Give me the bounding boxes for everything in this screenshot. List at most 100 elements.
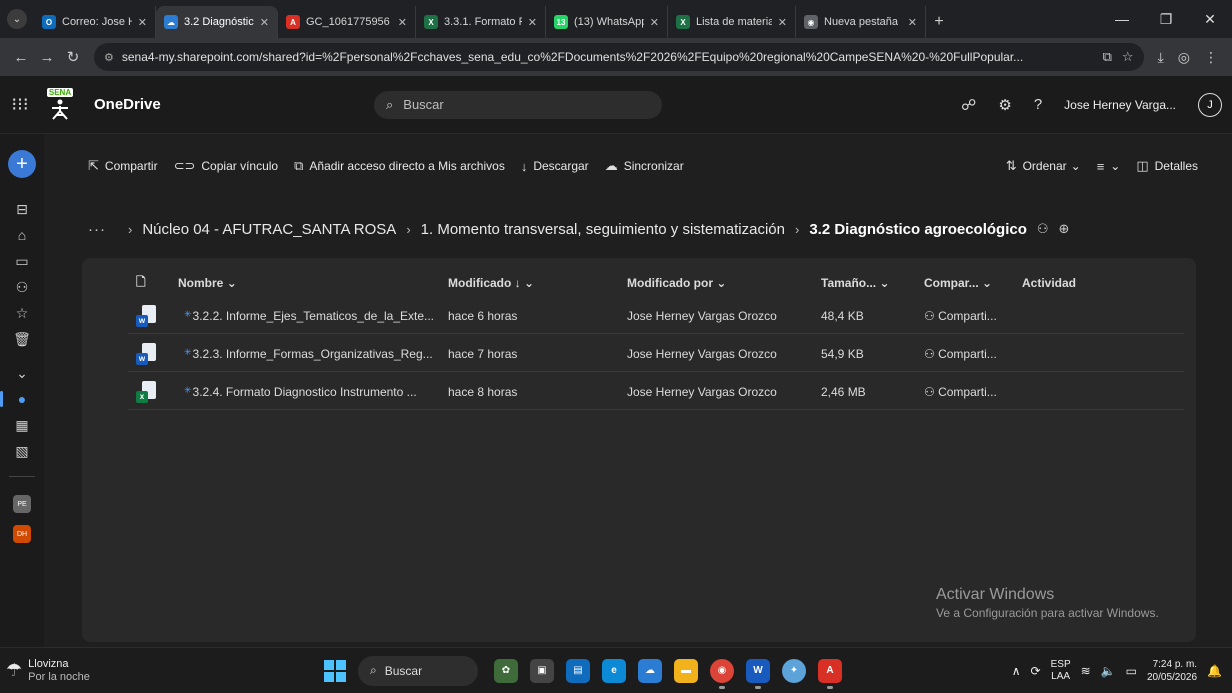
notification-bell-icon[interactable]: 🔔 <box>1207 664 1222 678</box>
word-icon[interactable]: W <box>746 658 770 689</box>
start-button[interactable] <box>324 659 346 682</box>
breadcrumb-item-nucleo[interactable]: Núcleo 04 - AFUTRAC_SANTA ROSA <box>142 221 396 238</box>
download-button[interactable]: ↓ Descargar <box>521 159 589 174</box>
widgets-icon[interactable]: ✿ <box>494 658 518 683</box>
acrobat-icon[interactable]: A <box>818 658 842 689</box>
browser-tab[interactable]: ☁ 3.2 Diagnóstico ✕ <box>156 6 278 38</box>
close-tab-icon[interactable]: ✕ <box>138 16 147 29</box>
tab-search-menu[interactable]: ⌄ <box>0 0 34 38</box>
globe-icon[interactable]: ⊕ <box>1059 221 1070 237</box>
photos-icon[interactable]: ▧ <box>0 438 44 464</box>
back-icon[interactable]: ← <box>8 49 34 66</box>
search-box[interactable]: ⌕ Buscar <box>374 90 662 119</box>
close-tab-icon[interactable]: ✕ <box>908 16 917 29</box>
taskbar-search[interactable]: ⌕ Buscar <box>358 655 478 686</box>
calendar-icon[interactable]: ▦ <box>0 412 44 438</box>
browser-tab[interactable]: A GC_1061775956 ✕ <box>278 6 416 38</box>
details-button[interactable]: ◫ Detalles <box>1136 158 1198 174</box>
file-name[interactable]: ✳3.2.2. Informe_Ejes_Tematicos_de_la_Ext… <box>184 309 434 323</box>
table-row[interactable]: w ✳3.2.3. Informe_Formas_Organizativas_Re… <box>128 336 1184 372</box>
file-explorer-icon[interactable]: ▬ <box>674 658 698 683</box>
file-type-column-icon[interactable]: 🗋 <box>136 273 146 294</box>
sort-button[interactable]: ⇅ Ordenar ⌄ <box>1006 158 1081 174</box>
input-language[interactable]: ESP LAA <box>1051 659 1071 683</box>
browser-tab[interactable]: ◉ Nueva pestaña ✕ <box>796 6 926 38</box>
chrome-icon[interactable]: ◉ <box>710 658 734 689</box>
app-shortcut-icon[interactable]: PE <box>13 495 31 513</box>
file-sharing[interactable]: ⚇ Comparti... <box>924 385 997 399</box>
restore-icon[interactable]: ❐ <box>1144 11 1188 28</box>
column-name[interactable]: Nombre ⌄ <box>178 276 237 290</box>
column-activity[interactable]: Actividad <box>1022 276 1076 290</box>
file-name[interactable]: ✳3.2.3. Informe_Formas_Organizativas_Reg… <box>184 347 433 361</box>
copilot-icon[interactable]: ⟳ <box>1031 664 1041 678</box>
app-icon[interactable]: ✦ <box>782 658 806 683</box>
profile-icon[interactable]: ◎ <box>1178 49 1190 66</box>
view-options-button[interactable]: ≡ ⌄ <box>1097 159 1121 174</box>
column-size[interactable]: Tamaño... ⌄ <box>821 276 890 290</box>
collapse-nav-icon[interactable]: ⊟ <box>0 196 44 222</box>
close-tab-icon[interactable]: ✕ <box>528 16 537 29</box>
minimize-icon[interactable]: — <box>1100 11 1144 27</box>
reload-icon[interactable]: ↻ <box>60 48 86 66</box>
home-icon[interactable]: ⌂ <box>0 222 44 248</box>
weather-widget[interactable]: ☂ Llovizna Por la noche <box>6 658 306 684</box>
edge-icon[interactable]: e <box>602 658 626 683</box>
expand-more-icon[interactable]: ⌄ <box>0 360 44 386</box>
close-window-icon[interactable]: ✕ <box>1188 11 1232 28</box>
app-name[interactable]: OneDrive <box>94 96 374 113</box>
bookmark-star-icon[interactable]: ☆ <box>1122 49 1134 65</box>
shared-people-icon[interactable]: ⚇ <box>1037 221 1049 237</box>
table-row[interactable]: w ✳3.2.2. Informe_Ejes_Tematicos_de_la_Ex… <box>128 298 1184 334</box>
task-view-icon[interactable]: ▣ <box>530 658 554 683</box>
volume-icon[interactable]: 🔈 <box>1101 664 1116 678</box>
address-bar[interactable]: ⚙ sena4-my.sharepoint.com/shared?id=%2Fp… <box>94 43 1144 71</box>
breadcrumb-overflow[interactable]: ··· <box>88 221 106 238</box>
app-shortcut-icon-2[interactable]: DH <box>13 525 31 543</box>
column-modified-by[interactable]: Modificado por ⌄ <box>627 276 726 290</box>
people-icon[interactable]: ⚇ <box>0 274 44 300</box>
browser-tab[interactable]: X Lista de material ✕ <box>668 6 796 38</box>
file-sharing[interactable]: ⚇ Comparti... <box>924 309 997 323</box>
store-icon[interactable]: ▤ <box>566 658 590 683</box>
folder-icon[interactable]: ▭ <box>0 248 44 274</box>
create-new-button[interactable]: + <box>8 150 36 178</box>
close-tab-icon[interactable]: ✕ <box>778 16 787 29</box>
browser-tab[interactable]: X 3.3.1. Formato P ✕ <box>416 6 546 38</box>
favorites-star-icon[interactable]: ☆ <box>0 300 44 326</box>
shared-person-icon[interactable]: ● <box>0 386 44 412</box>
file-sharing[interactable]: ⚇ Comparti... <box>924 347 997 361</box>
help-icon[interactable]: ? <box>1034 96 1042 113</box>
add-shortcut-button[interactable]: ⧉ Añadir acceso directo a Mis archivos <box>294 158 505 174</box>
clock[interactable]: 7:24 p. m. 20/05/2026 <box>1147 658 1197 684</box>
cast-icon[interactable]: ⧉ <box>1103 49 1112 65</box>
browser-tab[interactable]: 13 (13) WhatsApp ✕ <box>546 6 668 38</box>
new-tab-button[interactable]: + <box>926 6 952 38</box>
table-row[interactable]: x ✳3.2.4. Formato Diagnostico Instrumento… <box>128 374 1184 410</box>
battery-icon[interactable]: ▭ <box>1126 664 1137 678</box>
onedrive-icon[interactable]: ☁ <box>638 658 662 683</box>
site-info-icon[interactable]: ⚙ <box>104 51 114 64</box>
settings-gear-icon[interactable]: ⚙ <box>998 96 1011 114</box>
share-network-icon[interactable]: ☍ <box>961 96 976 114</box>
user-name[interactable]: Jose Herney Varga... <box>1064 98 1176 112</box>
share-button[interactable]: ⇱ Compartir <box>88 158 158 174</box>
browser-tab[interactable]: O Correo: Jose Her ✕ <box>34 6 156 38</box>
close-tab-icon[interactable]: ✕ <box>260 16 269 29</box>
column-sharing[interactable]: Compar... ⌄ <box>924 276 992 290</box>
column-modified[interactable]: Modificado ↓ ⌄ <box>448 276 534 290</box>
sena-logo[interactable]: SENA <box>40 85 80 125</box>
sync-button[interactable]: ☁ Sincronizar <box>605 158 684 174</box>
tray-overflow-icon[interactable]: ∧ <box>1012 664 1021 678</box>
avatar[interactable]: J <box>1198 92 1222 117</box>
close-tab-icon[interactable]: ✕ <box>398 16 407 29</box>
app-launcher-icon[interactable]: ⁝⁝⁝ <box>0 94 40 115</box>
file-name[interactable]: ✳3.2.4. Formato Diagnostico Instrumento … <box>184 385 417 399</box>
browser-menu-icon[interactable]: ⋮ <box>1204 49 1218 66</box>
copy-link-button[interactable]: ⊂⊃ Copiar vínculo <box>174 158 279 174</box>
wifi-icon[interactable]: ≋ <box>1081 664 1091 678</box>
forward-icon[interactable]: → <box>34 49 60 66</box>
download-icon[interactable]: ⤓ <box>1158 49 1164 66</box>
breadcrumb-item-momento[interactable]: 1. Momento transversal, seguimiento y si… <box>421 221 785 238</box>
close-tab-icon[interactable]: ✕ <box>650 16 659 29</box>
